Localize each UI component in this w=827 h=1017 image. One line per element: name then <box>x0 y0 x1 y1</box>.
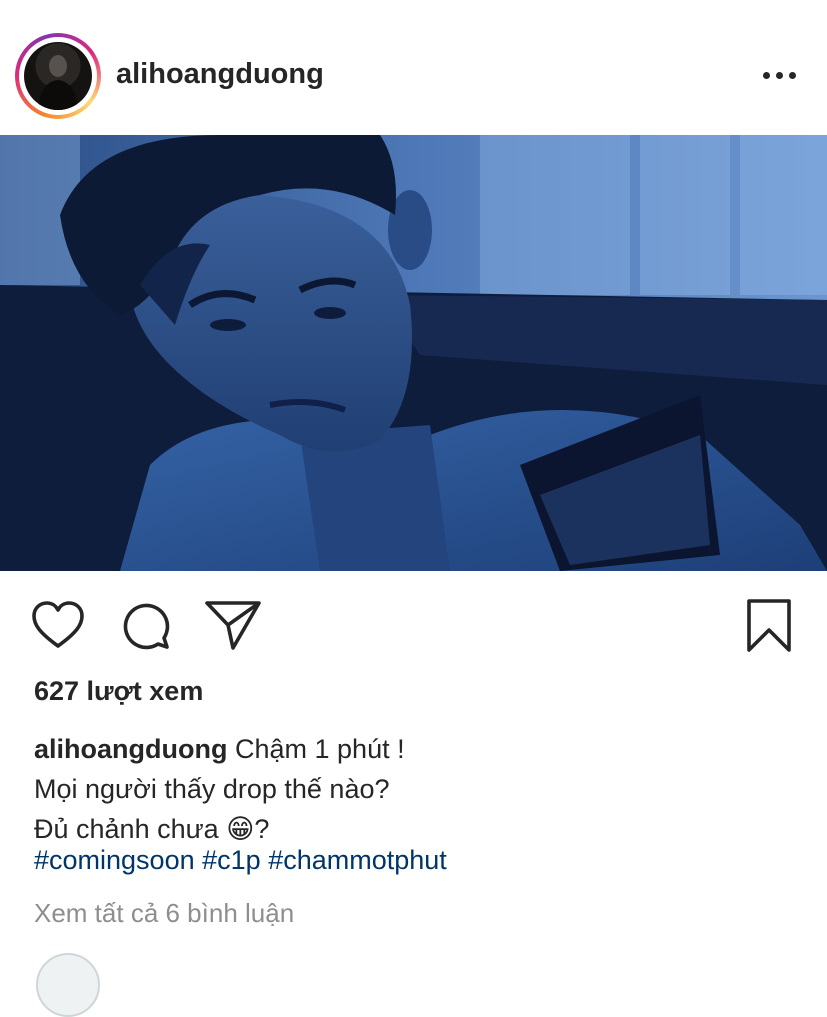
hashtag-link[interactable]: #c1p <box>202 845 261 875</box>
story-ring[interactable] <box>15 33 101 119</box>
caption-line-3-end: ? <box>254 814 270 844</box>
commenter-avatar[interactable] <box>36 953 100 1017</box>
post-caption: alihoangduong Chậm 1 phút ! Mọi người th… <box>34 729 804 849</box>
bookmark-icon[interactable] <box>744 598 794 654</box>
post-username[interactable]: alihoangduong <box>116 58 324 91</box>
photo-image <box>0 135 827 571</box>
heart-icon[interactable] <box>30 600 86 652</box>
paper-plane-icon[interactable] <box>203 598 263 654</box>
hashtag-link[interactable]: #comingsoon <box>34 845 195 875</box>
avatar-person-icon <box>38 55 78 110</box>
post-photo[interactable] <box>0 135 827 571</box>
hashtags: #comingsoon #c1p #chammotphut <box>34 845 447 876</box>
caption-username[interactable]: alihoangduong <box>34 734 227 764</box>
grin-emoji: 😁 <box>226 814 255 844</box>
caption-line-2: Mọi người thấy drop thế nào? <box>34 774 390 804</box>
caption-line-1: Chậm 1 phút ! <box>235 734 405 764</box>
post-header: alihoangduong <box>0 0 827 135</box>
caption-line-3: Đủ chảnh chưa <box>34 814 227 844</box>
avatar[interactable] <box>24 42 92 110</box>
hashtag-link[interactable]: #chammotphut <box>268 845 447 875</box>
view-all-comments-link[interactable]: Xem tất cả 6 bình luận <box>34 898 294 929</box>
more-horizontal-icon[interactable] <box>758 60 800 90</box>
view-count[interactable]: 627 lượt xem <box>34 676 203 707</box>
comment-bubble-icon[interactable] <box>119 599 173 653</box>
action-bar <box>0 590 827 660</box>
